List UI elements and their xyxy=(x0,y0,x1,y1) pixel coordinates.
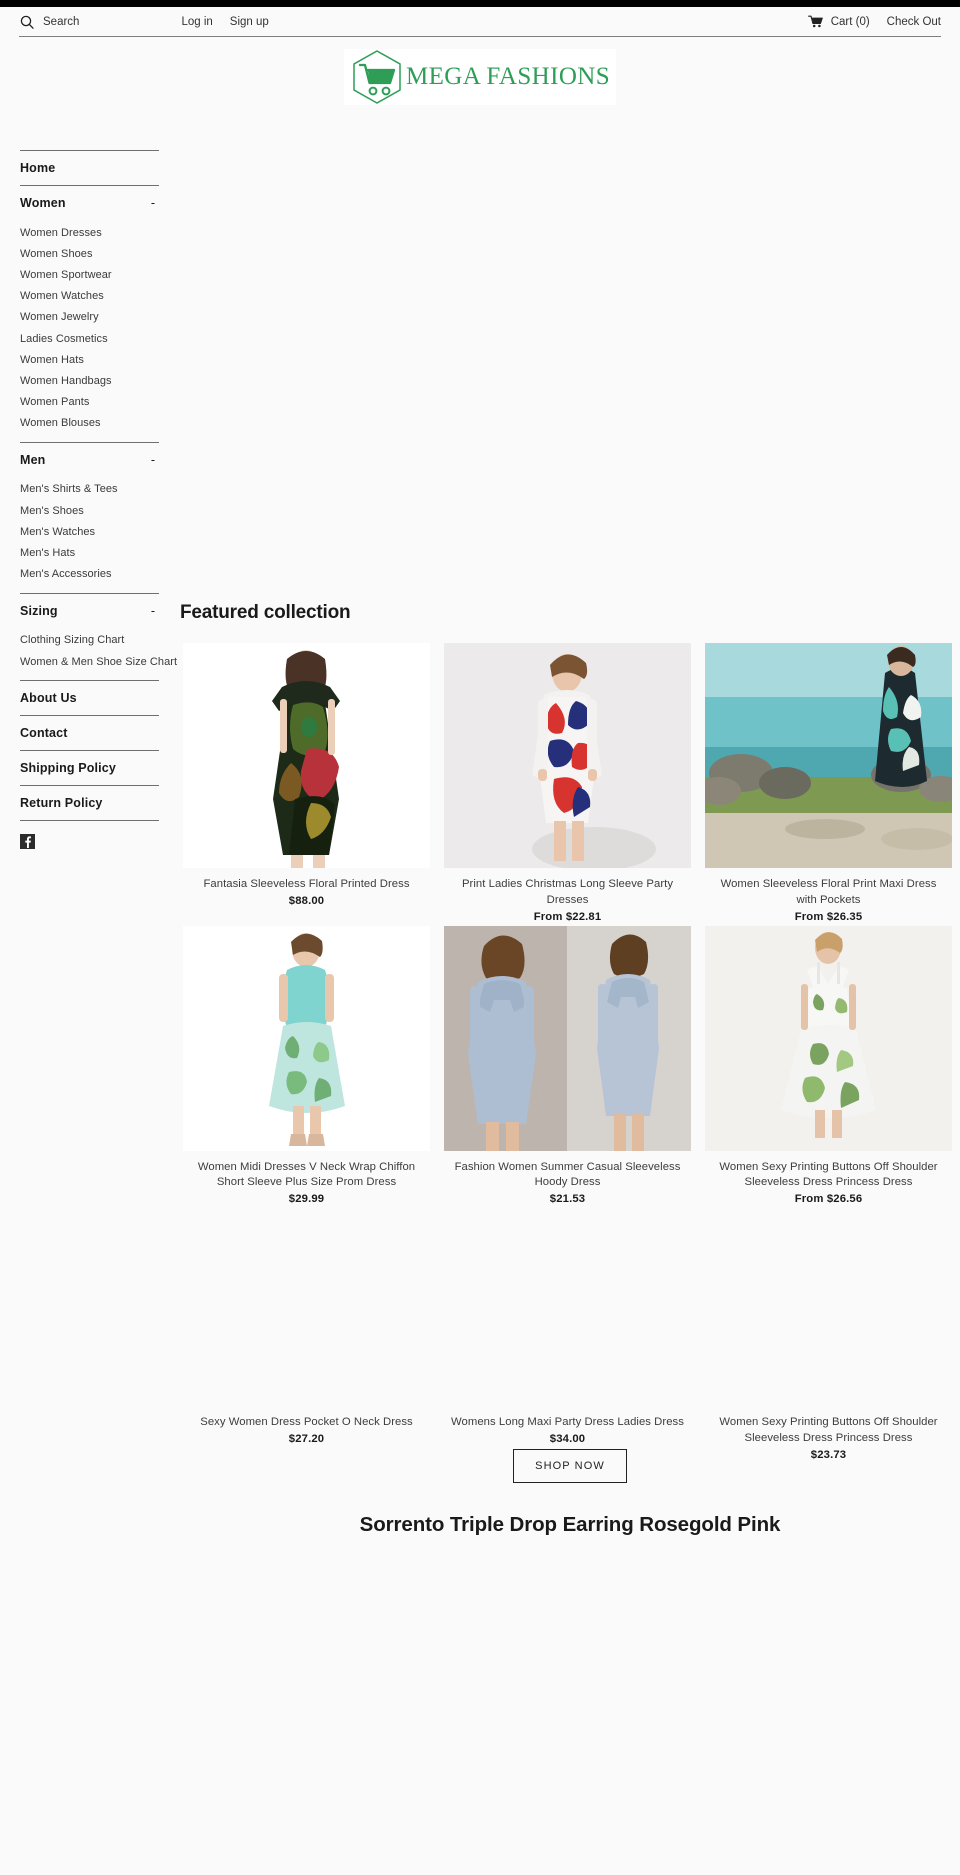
product-image[interactable] xyxy=(183,925,430,1151)
sidebar-group-label: Sizing xyxy=(20,603,58,618)
sidebar-item-mens-hats[interactable]: Men's Hats xyxy=(20,542,180,563)
product-card[interactable]: Women Sexy Printing Buttons Off Shoulder… xyxy=(698,925,959,1206)
product-title: Print Ladies Christmas Long Sleeve Party… xyxy=(461,878,674,906)
sidebar-item-women-sportwear[interactable]: Women Sportwear xyxy=(20,264,180,285)
sidebar-item-contact[interactable]: Contact xyxy=(20,716,159,750)
sidebar-item-label: Shipping Policy xyxy=(20,761,117,776)
sidebar-group-women[interactable]: Women - xyxy=(20,186,159,220)
product-card[interactable]: Women Midi Dresses V Neck Wrap Chiffon S… xyxy=(176,925,437,1206)
signup-link[interactable]: Sign up xyxy=(230,16,269,28)
header-divider xyxy=(19,36,941,37)
product-title: Women Sexy Printing Buttons Off Shoulder… xyxy=(719,1416,938,1444)
sidebar-navigation: Home Women - Women Dresses Women Shoes W… xyxy=(20,150,180,853)
sidebar-item-about-us[interactable]: About Us xyxy=(20,681,159,715)
sidebar-item-label: Contact xyxy=(20,726,68,741)
search-button[interactable]: Search xyxy=(20,15,79,29)
sidebar-item-return-policy[interactable]: Return Policy xyxy=(20,786,159,820)
sidebar-item-women-dresses[interactable]: Women Dresses xyxy=(20,222,180,243)
sidebar-item-mens-watches[interactable]: Men's Watches xyxy=(20,521,180,542)
sidebar-item-women-jewelry[interactable]: Women Jewelry xyxy=(20,307,180,328)
sidebar-item-women-handbags[interactable]: Women Handbags xyxy=(20,370,180,391)
product-image[interactable] xyxy=(183,643,430,868)
cart-link[interactable]: Cart (0) xyxy=(807,15,870,28)
sidebar-item-label: Home xyxy=(20,161,56,175)
sidebar-group-label: Women xyxy=(20,196,66,210)
sidebar-submenu-women: Women Dresses Women Shoes Women Sportwea… xyxy=(20,220,180,442)
product-title: Women Sleeveless Floral Print Maxi Dress… xyxy=(720,878,937,906)
product-title: Sexy Women Dress Pocket O Neck Dress xyxy=(200,1416,413,1429)
sidebar-item-women-hats[interactable]: Women Hats xyxy=(20,349,180,370)
product-card[interactable]: Sexy Women Dress Pocket O Neck Dress $27… xyxy=(176,1208,437,1461)
product-price: $88.00 xyxy=(288,895,325,908)
product-title: Fashion Women Summer Casual Sleeveless H… xyxy=(454,1160,681,1189)
sidebar-item-mens-shirts-tees[interactable]: Men's Shirts & Tees xyxy=(20,479,180,500)
sidebar-submenu-men: Men's Shirts & Tees Men's Shoes Men's Wa… xyxy=(20,477,180,593)
shop-now-container: SHOP NOW xyxy=(180,1449,960,1483)
sidebar-submenu-sizing: Clothing Sizing Chart Women & Men Shoe S… xyxy=(20,628,180,680)
product-card[interactable]: Fantasia Sleeveless Floral Printed Dress… xyxy=(176,643,437,923)
sidebar-item-mens-accessories[interactable]: Men's Accessories xyxy=(20,564,180,585)
product-card[interactable]: Women Sexy Printing Buttons Off Shoulder… xyxy=(698,1208,959,1461)
facebook-icon[interactable] xyxy=(20,834,35,850)
product-image[interactable] xyxy=(705,643,952,868)
product-image[interactable] xyxy=(444,1208,691,1407)
site-logo[interactable]: MEGA FASHIONS xyxy=(0,49,960,105)
product-price: From $26.35 xyxy=(794,910,863,923)
product-title: Womens Long Maxi Party Dress Ladies Dres… xyxy=(451,1416,684,1429)
search-icon xyxy=(20,15,34,29)
sidebar-item-women-shoes[interactable]: Women Shoes xyxy=(20,243,180,264)
product-card[interactable]: Women Sleeveless Floral Print Maxi Dress… xyxy=(698,643,959,923)
product-price: $34.00 xyxy=(549,1433,586,1446)
sidebar-group-men[interactable]: Men - xyxy=(20,443,159,477)
product-price: From $22.81 xyxy=(533,910,602,923)
collapse-toggle-icon[interactable]: - xyxy=(151,196,159,210)
sidebar-item-label: About Us xyxy=(20,691,77,706)
collapse-toggle-icon[interactable]: - xyxy=(151,453,159,467)
shopping-cart-logo-icon xyxy=(350,49,404,105)
product-price: $21.53 xyxy=(549,1193,586,1206)
product-card[interactable]: Print Ladies Christmas Long Sleeve Party… xyxy=(437,643,698,923)
checkout-link[interactable]: Check Out xyxy=(887,16,941,28)
sidebar-item-ladies-cosmetics[interactable]: Ladies Cosmetics xyxy=(20,328,180,349)
product-card[interactable]: Fashion Women Summer Casual Sleeveless H… xyxy=(437,925,698,1206)
collapse-toggle-icon[interactable]: - xyxy=(151,604,159,618)
search-label: Search xyxy=(43,15,80,28)
sidebar-item-home[interactable]: Home xyxy=(20,151,159,185)
utility-header: Search Log in Sign up Cart (0) Check Out xyxy=(0,7,960,36)
sidebar-item-women-watches[interactable]: Women Watches xyxy=(20,286,180,307)
product-image[interactable] xyxy=(705,925,952,1151)
product-image[interactable] xyxy=(705,1208,952,1407)
sidebar-item-shoe-size-chart[interactable]: Women & Men Shoe Size Chart xyxy=(20,651,180,672)
logo-text: MEGA FASHIONS xyxy=(405,63,611,90)
product-price: $27.20 xyxy=(288,1433,325,1446)
product-title: Women Sexy Printing Buttons Off Shoulder… xyxy=(719,1160,938,1189)
shop-now-button[interactable]: SHOP NOW xyxy=(513,1449,627,1483)
product-card[interactable]: Womens Long Maxi Party Dress Ladies Dres… xyxy=(437,1208,698,1461)
product-price: From $26.56 xyxy=(794,1193,863,1206)
sidebar-item-label: Return Policy xyxy=(20,796,103,811)
product-title: Fantasia Sleeveless Floral Printed Dress xyxy=(203,878,410,890)
auth-links: Log in Sign up xyxy=(181,16,268,28)
product-grid: Fantasia Sleeveless Floral Printed Dress… xyxy=(176,643,960,1464)
product-image[interactable] xyxy=(444,925,691,1151)
cart-label: Cart (0) xyxy=(830,15,870,28)
social-links xyxy=(20,821,180,853)
product-image[interactable] xyxy=(183,1208,430,1407)
sidebar-item-women-blouses[interactable]: Women Blouses xyxy=(20,413,180,434)
login-link[interactable]: Log in xyxy=(181,16,212,28)
top-black-bar xyxy=(0,0,960,7)
sidebar-item-mens-shoes[interactable]: Men's Shoes xyxy=(20,500,180,521)
promo-heading: Sorrento Triple Drop Earring Rosegold Pi… xyxy=(359,1513,781,1536)
sidebar-group-label: Men xyxy=(20,452,46,467)
shopping-cart-icon xyxy=(807,15,824,28)
sidebar-item-women-pants[interactable]: Women Pants xyxy=(20,392,180,413)
product-price: $29.99 xyxy=(288,1193,325,1206)
sidebar-group-sizing[interactable]: Sizing - xyxy=(20,594,159,628)
page-title: Featured collection xyxy=(180,602,351,623)
header-actions: Cart (0) Check Out xyxy=(807,15,941,28)
product-image[interactable] xyxy=(444,643,691,868)
sidebar-item-shipping-policy[interactable]: Shipping Policy xyxy=(20,751,159,785)
sidebar-item-clothing-sizing-chart[interactable]: Clothing Sizing Chart xyxy=(20,630,180,651)
product-title: Women Midi Dresses V Neck Wrap Chiffon S… xyxy=(197,1160,416,1189)
